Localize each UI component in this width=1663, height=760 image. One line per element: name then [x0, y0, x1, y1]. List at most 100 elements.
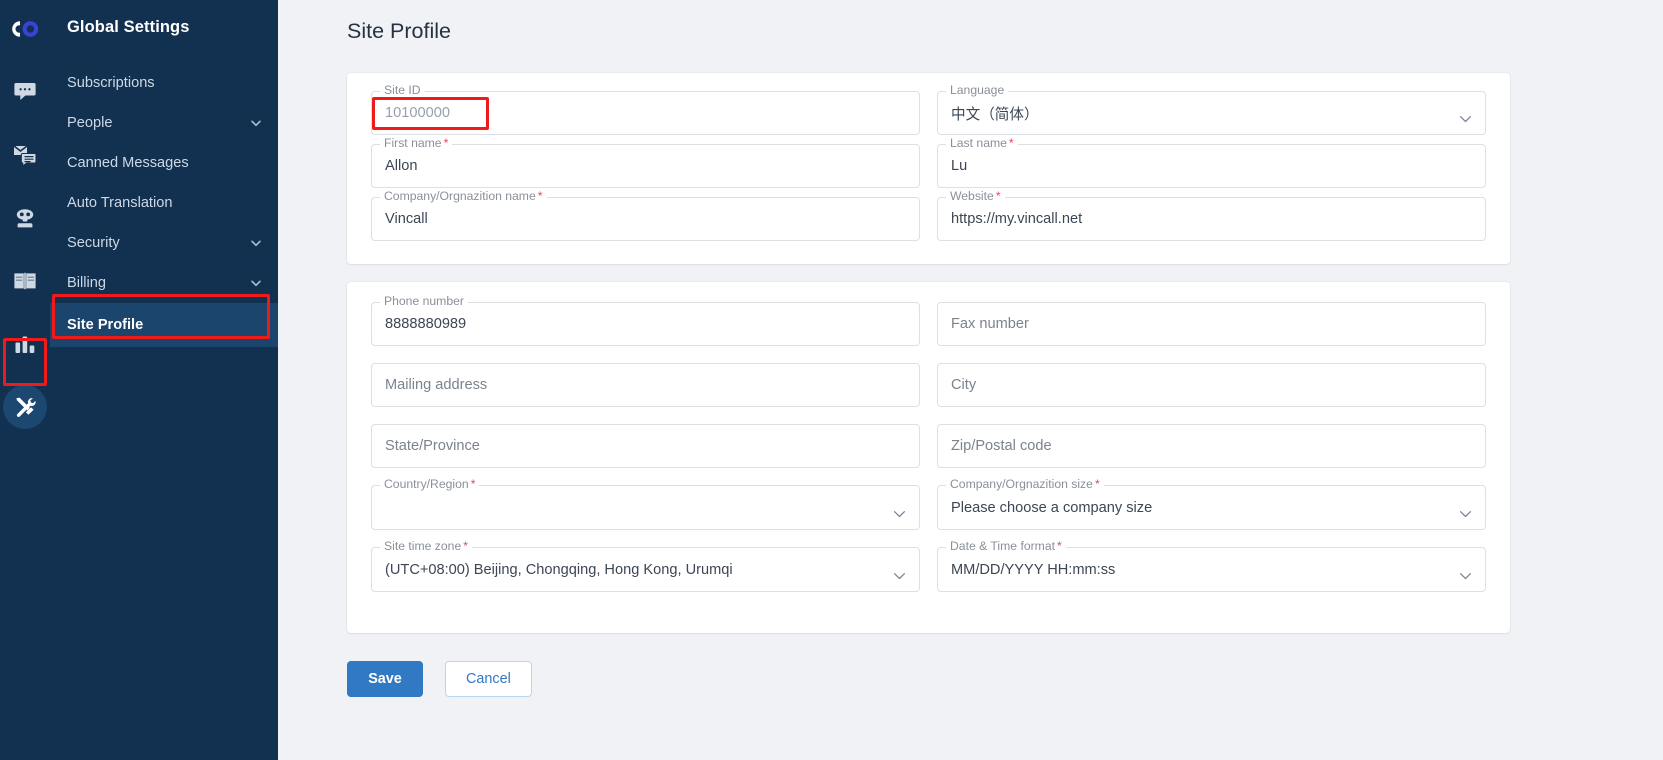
field-placeholder: City [951, 377, 977, 393]
bar-chart-icon [14, 334, 36, 354]
field-site-time-zone: Site time zone * (UTC+08:00) Beijing, Cho… [371, 539, 920, 592]
sidebar-item-label: Billing [67, 275, 106, 291]
field-value: https://my.vincall.net [951, 211, 1083, 227]
last-name-input[interactable]: Lu [937, 144, 1486, 188]
company-name-input[interactable]: Vincall [371, 197, 920, 241]
form-row: Site ID 10100000 Language 中文（简体） [371, 83, 1486, 144]
required-star: * [463, 539, 468, 553]
tools-icon [13, 395, 37, 419]
book-icon [13, 271, 37, 291]
chevron-down-icon [250, 117, 262, 129]
country-region-select[interactable] [371, 485, 920, 530]
language-select[interactable]: 中文（简体） [937, 91, 1486, 135]
rail-item-chat[interactable] [3, 70, 47, 114]
form-col: Company/Orgnazition size * Please choose … [937, 477, 1486, 539]
sidebar-item-label: Security [67, 235, 120, 251]
form-row: State/Province Zip/Postal code [371, 424, 1486, 477]
chevron-down-icon[interactable] [893, 504, 906, 517]
sidebar-item-label: Subscriptions [67, 75, 155, 91]
field-value: Please choose a company size [951, 499, 1153, 516]
required-star: * [470, 477, 476, 491]
site-id-input: 10100000 [371, 91, 920, 135]
form-col: City [937, 363, 1486, 416]
icon-rail [0, 0, 50, 760]
sidebar-item-canned-messages[interactable]: Canned Messages [50, 143, 278, 183]
site-time-zone-select[interactable]: (UTC+08:00) Beijing, Chongqing, Hong Kon… [371, 547, 920, 592]
rail-item-knowledge-base[interactable] [3, 259, 47, 303]
rail-item-settings[interactable] [3, 385, 47, 429]
rail-item-reports[interactable] [3, 322, 47, 366]
field-value: Allon [385, 158, 418, 174]
website-input[interactable]: https://my.vincall.net [937, 197, 1486, 241]
date-time-format-select[interactable]: MM/DD/YYYY HH:mm:ss [937, 547, 1486, 592]
sidebar-item-people[interactable]: People [50, 103, 278, 143]
form-actions: Save Cancel [347, 661, 1663, 697]
city-input[interactable]: City [937, 363, 1486, 407]
field-mailing-address: Mailing address [371, 363, 920, 407]
rail-item-messages[interactable] [3, 133, 47, 177]
required-star: * [1008, 136, 1014, 150]
sidebar-item-label: Canned Messages [67, 155, 189, 171]
form-col: Country/Region * [371, 477, 920, 539]
field-value: (UTC+08:00) Beijing, Chongqing, Hong Kon… [385, 561, 733, 578]
form-row: Country/Region * Company/Orgnazition siz… [371, 477, 1486, 539]
sidebar-item-auto-translation[interactable]: Auto Translation [50, 183, 278, 223]
form-col: Mailing address [371, 363, 920, 416]
form-col: Phone number 8888880989 [371, 294, 920, 355]
field-label: First name * [380, 136, 453, 150]
chevron-down-icon[interactable] [1459, 504, 1472, 517]
field-label: Company/Orgnazition size * [946, 477, 1104, 491]
cancel-button[interactable]: Cancel [445, 661, 532, 697]
field-value: Lu [951, 158, 968, 174]
required-star: * [1094, 477, 1100, 491]
field-label: Country/Region * [380, 477, 480, 491]
rail-item-bot[interactable] [3, 196, 47, 240]
required-star: * [995, 189, 1001, 203]
field-company-name: Company/Orgnazition name * Vincall [371, 189, 920, 241]
robot-icon [13, 207, 37, 229]
zip-code-input[interactable]: Zip/Postal code [937, 424, 1486, 468]
form-row: Phone number 8888880989 Fax number [371, 294, 1486, 355]
company-size-select[interactable]: Please choose a company size [937, 485, 1486, 530]
sidebar-item-site-profile[interactable]: Site Profile [50, 303, 278, 347]
field-site-id: Site ID 10100000 [371, 83, 920, 135]
chevron-down-icon[interactable] [1459, 566, 1472, 579]
chevron-down-icon [250, 277, 262, 289]
sidebar-item-label: Site Profile [67, 317, 144, 333]
mailing-address-input[interactable]: Mailing address [371, 363, 920, 407]
sidebar-item-label: Auto Translation [67, 195, 173, 211]
field-placeholder: Mailing address [385, 377, 488, 393]
field-label: Company/Orgnazition name * [380, 189, 547, 203]
chevron-down-icon[interactable] [893, 566, 906, 579]
field-company-size: Company/Orgnazition size * Please choose … [937, 477, 1486, 530]
state-province-input[interactable]: State/Province [371, 424, 920, 468]
field-value: 8888880989 [385, 316, 467, 332]
form-col: Last name * Lu [937, 136, 1486, 197]
field-label: Phone number [380, 294, 468, 308]
form-col: Date & Time format * MM/DD/YYYY HH:mm:ss [937, 539, 1486, 601]
field-label: Language [946, 83, 1009, 97]
phone-number-input[interactable]: 8888880989 [371, 302, 920, 346]
field-label: Last name * [946, 136, 1018, 150]
form-row: Site time zone * (UTC+08:00) Beijing, Cho… [371, 539, 1486, 601]
form-col: Zip/Postal code [937, 424, 1486, 477]
sidebar-title: Global Settings [67, 18, 190, 36]
chevron-down-icon [250, 237, 262, 249]
field-label: Site time zone * [380, 539, 472, 553]
field-value: Vincall [385, 211, 428, 227]
settings-sidebar: Global Settings Subscriptions People Can… [50, 0, 278, 760]
field-placeholder: Zip/Postal code [951, 438, 1052, 454]
required-star: * [537, 189, 543, 203]
form-col: Company/Orgnazition name * Vincall [371, 189, 920, 250]
field-language: Language 中文（简体） [937, 83, 1486, 135]
sidebar-item-subscriptions[interactable]: Subscriptions [50, 63, 278, 103]
chevron-down-icon[interactable] [1459, 110, 1472, 123]
fax-number-input[interactable]: Fax number [937, 302, 1486, 346]
app-window: Global Settings Subscriptions People Can… [0, 0, 1663, 760]
save-button[interactable]: Save [347, 661, 423, 697]
profile-contact-card: Phone number 8888880989 Fax number Maili… [347, 282, 1510, 633]
first-name-input[interactable]: Allon [371, 144, 920, 188]
sidebar-item-billing[interactable]: Billing [50, 263, 278, 303]
field-state-province: State/Province [371, 424, 920, 468]
sidebar-item-security[interactable]: Security [50, 223, 278, 263]
